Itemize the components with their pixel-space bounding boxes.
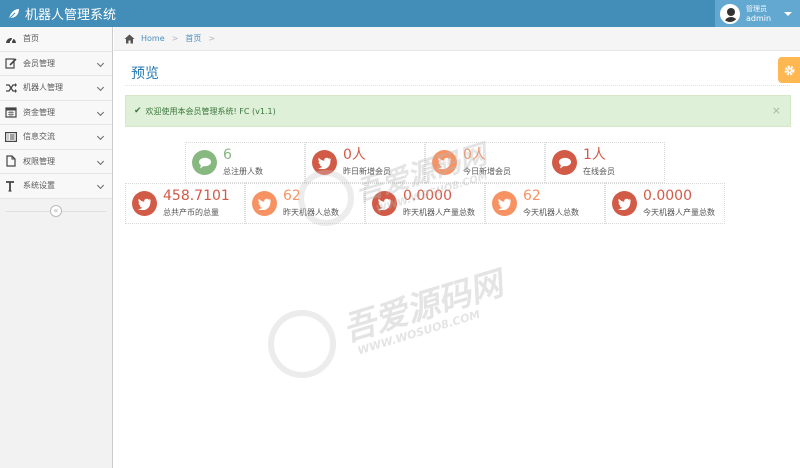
twitter-icon (612, 191, 637, 216)
stat-label: 昨天机器人产量总数 (403, 208, 475, 217)
stat-robot-output-today: 0.0000 今天机器人产量总数 (605, 183, 725, 224)
breadcrumb-home-link[interactable]: Home (141, 34, 165, 43)
sidebar-item-home[interactable]: 首页 (0, 27, 112, 52)
chevron-down-icon (96, 181, 105, 190)
stat-label: 今天机器人产量总数 (643, 208, 715, 217)
stat-label: 总共产币的总量 (163, 208, 219, 217)
file-icon (5, 155, 17, 167)
stat-new-members-yesterday: 0人 昨日新增会员 (305, 142, 425, 183)
user-name: admin (746, 13, 772, 23)
sidebar-item-members[interactable]: 会员管理 (0, 51, 112, 76)
brand[interactable]: 机器人管理系统 (8, 0, 116, 27)
stat-value: 62 (523, 188, 541, 204)
watermark-url: WWW.WOSUO8.COM (356, 307, 482, 358)
avatar (720, 3, 740, 24)
home-icon (124, 34, 135, 43)
twitter-icon (432, 150, 457, 175)
twitter-icon (252, 191, 277, 216)
stat-robot-output-yesterday: 0.0000 昨天机器人产量总数 (365, 183, 485, 224)
twitter-icon (492, 191, 517, 216)
sidebar-item-settings[interactable]: 系统设置 (0, 174, 112, 199)
stat-total-members: 6 总注册人数 (185, 142, 305, 183)
caret-down-icon (784, 12, 792, 16)
stat-value: 62 (283, 188, 301, 204)
stat-value: 0.0000 (403, 188, 452, 204)
comments-icon (552, 150, 577, 175)
breadcrumb-current[interactable]: 首页 (185, 33, 201, 44)
breadcrumb: Home > 首页 > (114, 27, 800, 51)
alert-text: 欢迎使用本会员管理系统! FC (v1.1) (145, 106, 276, 116)
edit-icon (5, 57, 17, 69)
app-title: 机器人管理系统 (25, 8, 117, 23)
calendar-icon (5, 106, 17, 118)
watermark-text: 吾爱源码网 (338, 263, 508, 349)
welcome-alert: ✔ 欢迎使用本会员管理系统! FC (v1.1) × (125, 95, 791, 127)
sidebar: 首页 会员管理 机器人管理 资金管理 信息交流 权限管理 系统设置 « (0, 27, 113, 468)
sidebar-item-label: 会员管理 (23, 58, 55, 68)
sidebar-item-permissions[interactable]: 权限管理 (0, 149, 112, 174)
page-header: 预览 (125, 55, 790, 86)
comments-icon (192, 150, 217, 175)
check-icon: ✔ (134, 106, 142, 116)
chevron-down-icon (96, 59, 105, 67)
sidebar-item-label: 资金管理 (23, 107, 55, 117)
chevron-down-icon (96, 132, 105, 141)
twitter-icon (132, 191, 157, 216)
page-title: 预览 (131, 66, 159, 82)
chevron-down-icon (96, 83, 105, 92)
sidebar-collapse-bar: « (0, 203, 112, 221)
stat-value: 0人 (463, 147, 486, 163)
text-height-icon (5, 180, 17, 192)
ace-settings-button[interactable] (778, 57, 800, 83)
stat-robots-today: 62 今天机器人总数 (485, 183, 605, 224)
breadcrumb-separator: > (171, 34, 179, 43)
stat-robots-yesterday: 62 昨天机器人总数 (245, 183, 365, 224)
top-navbar: 机器人管理系统 管理员 admin (0, 0, 800, 27)
sidebar-item-label: 信息交流 (23, 132, 55, 142)
stat-label: 总注册人数 (223, 167, 263, 176)
stat-value: 0.0000 (643, 188, 692, 204)
sidebar-item-funds[interactable]: 资金管理 (0, 100, 112, 125)
shuffle-icon (5, 82, 17, 94)
gear-icon (784, 65, 794, 75)
stat-online-members: 1人 在线会员 (545, 142, 665, 183)
stat-value: 1人 (583, 147, 606, 163)
stat-new-members-today: 0人 今日新增会员 (425, 142, 545, 183)
stat-label: 今日新增会员 (463, 167, 511, 176)
collapse-sidebar-button[interactable]: « (50, 204, 62, 217)
list-alt-icon (5, 131, 17, 143)
user-menu[interactable]: 管理员 admin (715, 0, 800, 27)
dashboard-icon (5, 33, 17, 45)
stat-label: 昨天机器人总数 (283, 208, 339, 217)
stat-value: 0人 (343, 147, 366, 163)
stat-value: 458.7101 (163, 188, 230, 204)
stat-label: 在线会员 (583, 167, 615, 176)
chevron-down-icon (96, 108, 105, 116)
leaf-icon (8, 8, 19, 19)
stat-value: 6 (223, 147, 232, 163)
sidebar-item-label: 机器人管理 (23, 83, 63, 93)
sidebar-item-label: 权限管理 (23, 156, 55, 166)
chevron-down-icon (96, 157, 105, 165)
sidebar-item-messages[interactable]: 信息交流 (0, 125, 112, 150)
twitter-icon (312, 150, 337, 175)
stat-label: 昨日新增会员 (343, 167, 391, 176)
sidebar-item-label: 系统设置 (23, 181, 55, 191)
sidebar-item-robots[interactable]: 机器人管理 (0, 76, 112, 101)
watermark-logo (268, 310, 336, 378)
sidebar-item-label: 首页 (23, 34, 39, 44)
breadcrumb-separator: > (208, 34, 216, 43)
stat-label: 今天机器人总数 (523, 208, 579, 217)
user-role: 管理员 (746, 4, 767, 13)
close-alert-button[interactable]: × (772, 104, 781, 117)
twitter-icon (372, 191, 397, 216)
stat-total-coins: 458.7101 总共产币的总量 (125, 183, 245, 224)
